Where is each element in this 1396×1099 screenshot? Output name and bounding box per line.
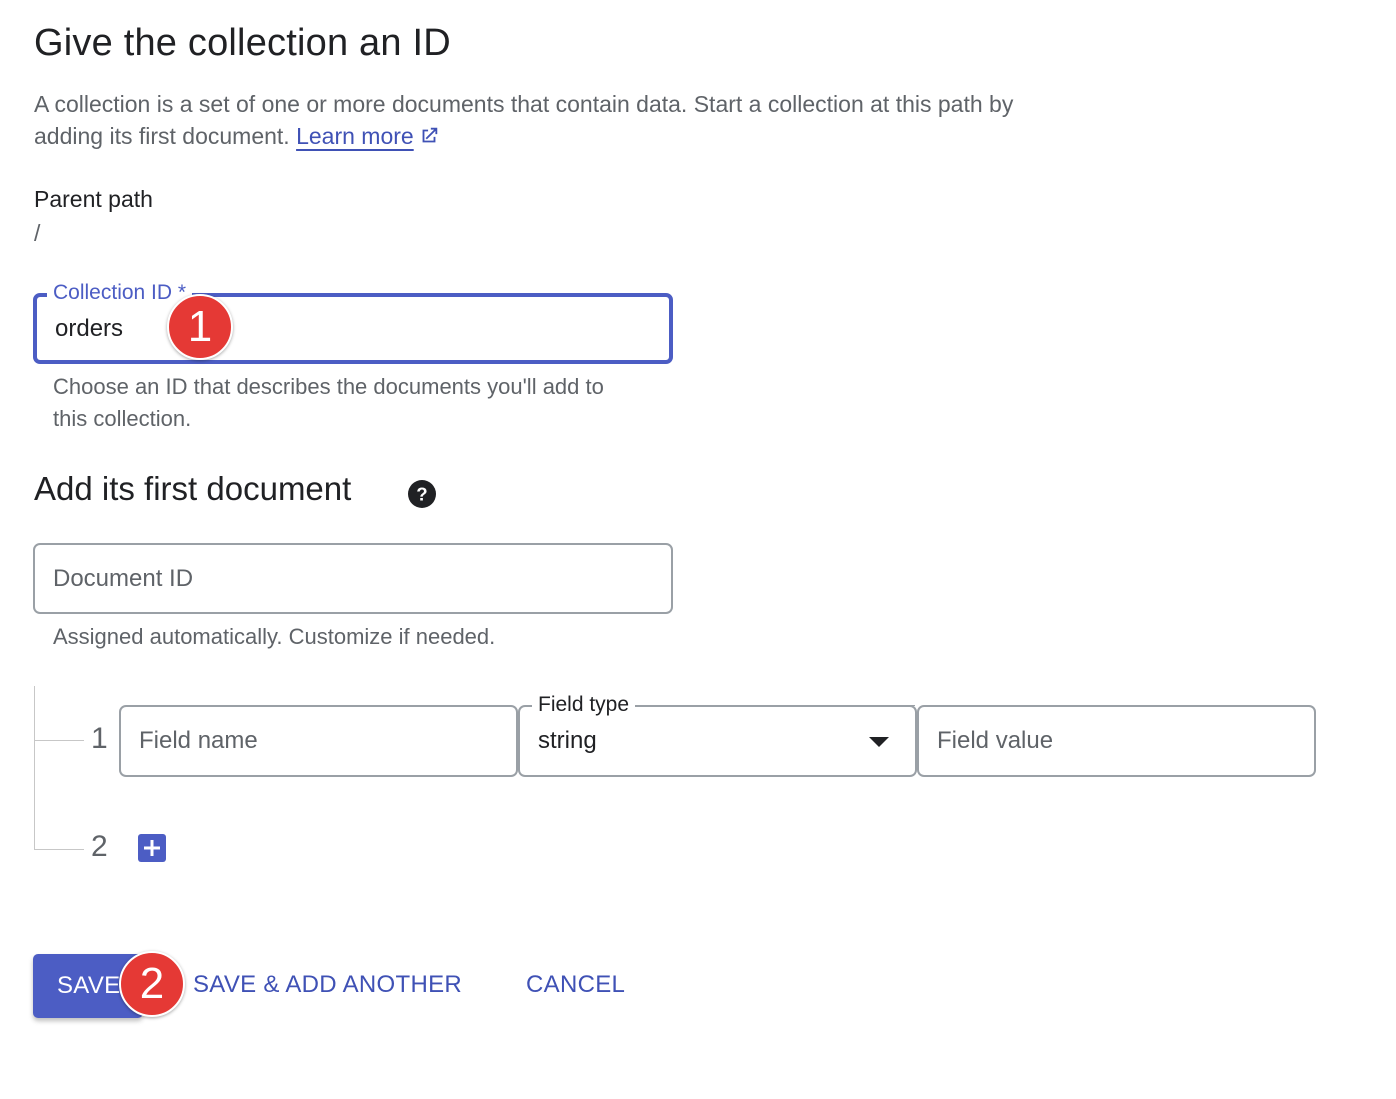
field-type-value: string (538, 727, 597, 754)
add-field-button[interactable] (138, 834, 166, 862)
document-id-input[interactable] (53, 545, 653, 612)
description-text: A collection is a set of one or more doc… (34, 91, 1014, 149)
collection-id-input[interactable] (55, 297, 651, 360)
field-type-label: Field type (532, 693, 636, 717)
section-title-first-document: Add its first document (34, 470, 352, 507)
svg-text:?: ? (416, 483, 427, 504)
learn-more-label: Learn more (296, 123, 414, 149)
field-value-field[interactable] (917, 705, 1316, 777)
field-name-input[interactable] (139, 707, 498, 775)
document-id-hint: Assigned automatically. Customize if nee… (53, 624, 496, 649)
tree-vertical-line (34, 686, 35, 850)
field-row-index: 1 (91, 722, 108, 755)
external-link-icon[interactable] (418, 125, 440, 147)
annotation-badge-1: 1 (167, 294, 233, 360)
tree-branch-1 (34, 740, 84, 741)
field-name-field[interactable] (119, 705, 518, 777)
collection-id-hint: Choose an ID that describes the document… (53, 374, 604, 431)
annotation-badge-2: 2 (119, 951, 185, 1017)
help-circle-icon[interactable]: ? (408, 480, 436, 508)
document-id-field[interactable] (33, 543, 673, 614)
parent-path-value: / (34, 220, 41, 246)
page-title: Give the collection an ID (34, 22, 451, 64)
collection-id-label: Collection ID * (47, 281, 193, 305)
cancel-button[interactable]: CANCEL (526, 971, 625, 999)
learn-more-link[interactable]: Learn more (296, 123, 414, 149)
tree-branch-2 (34, 849, 84, 850)
collection-description: A collection is a set of one or more doc… (34, 88, 1074, 152)
parent-path-label: Parent path (34, 186, 153, 212)
field-value-input[interactable] (937, 707, 1296, 775)
plus-icon (144, 840, 160, 856)
save-and-add-another-button[interactable]: SAVE & ADD ANOTHER (193, 971, 462, 999)
next-field-index: 2 (91, 830, 108, 863)
chevron-down-icon (869, 737, 889, 747)
field-type-notch-line (650, 705, 915, 706)
